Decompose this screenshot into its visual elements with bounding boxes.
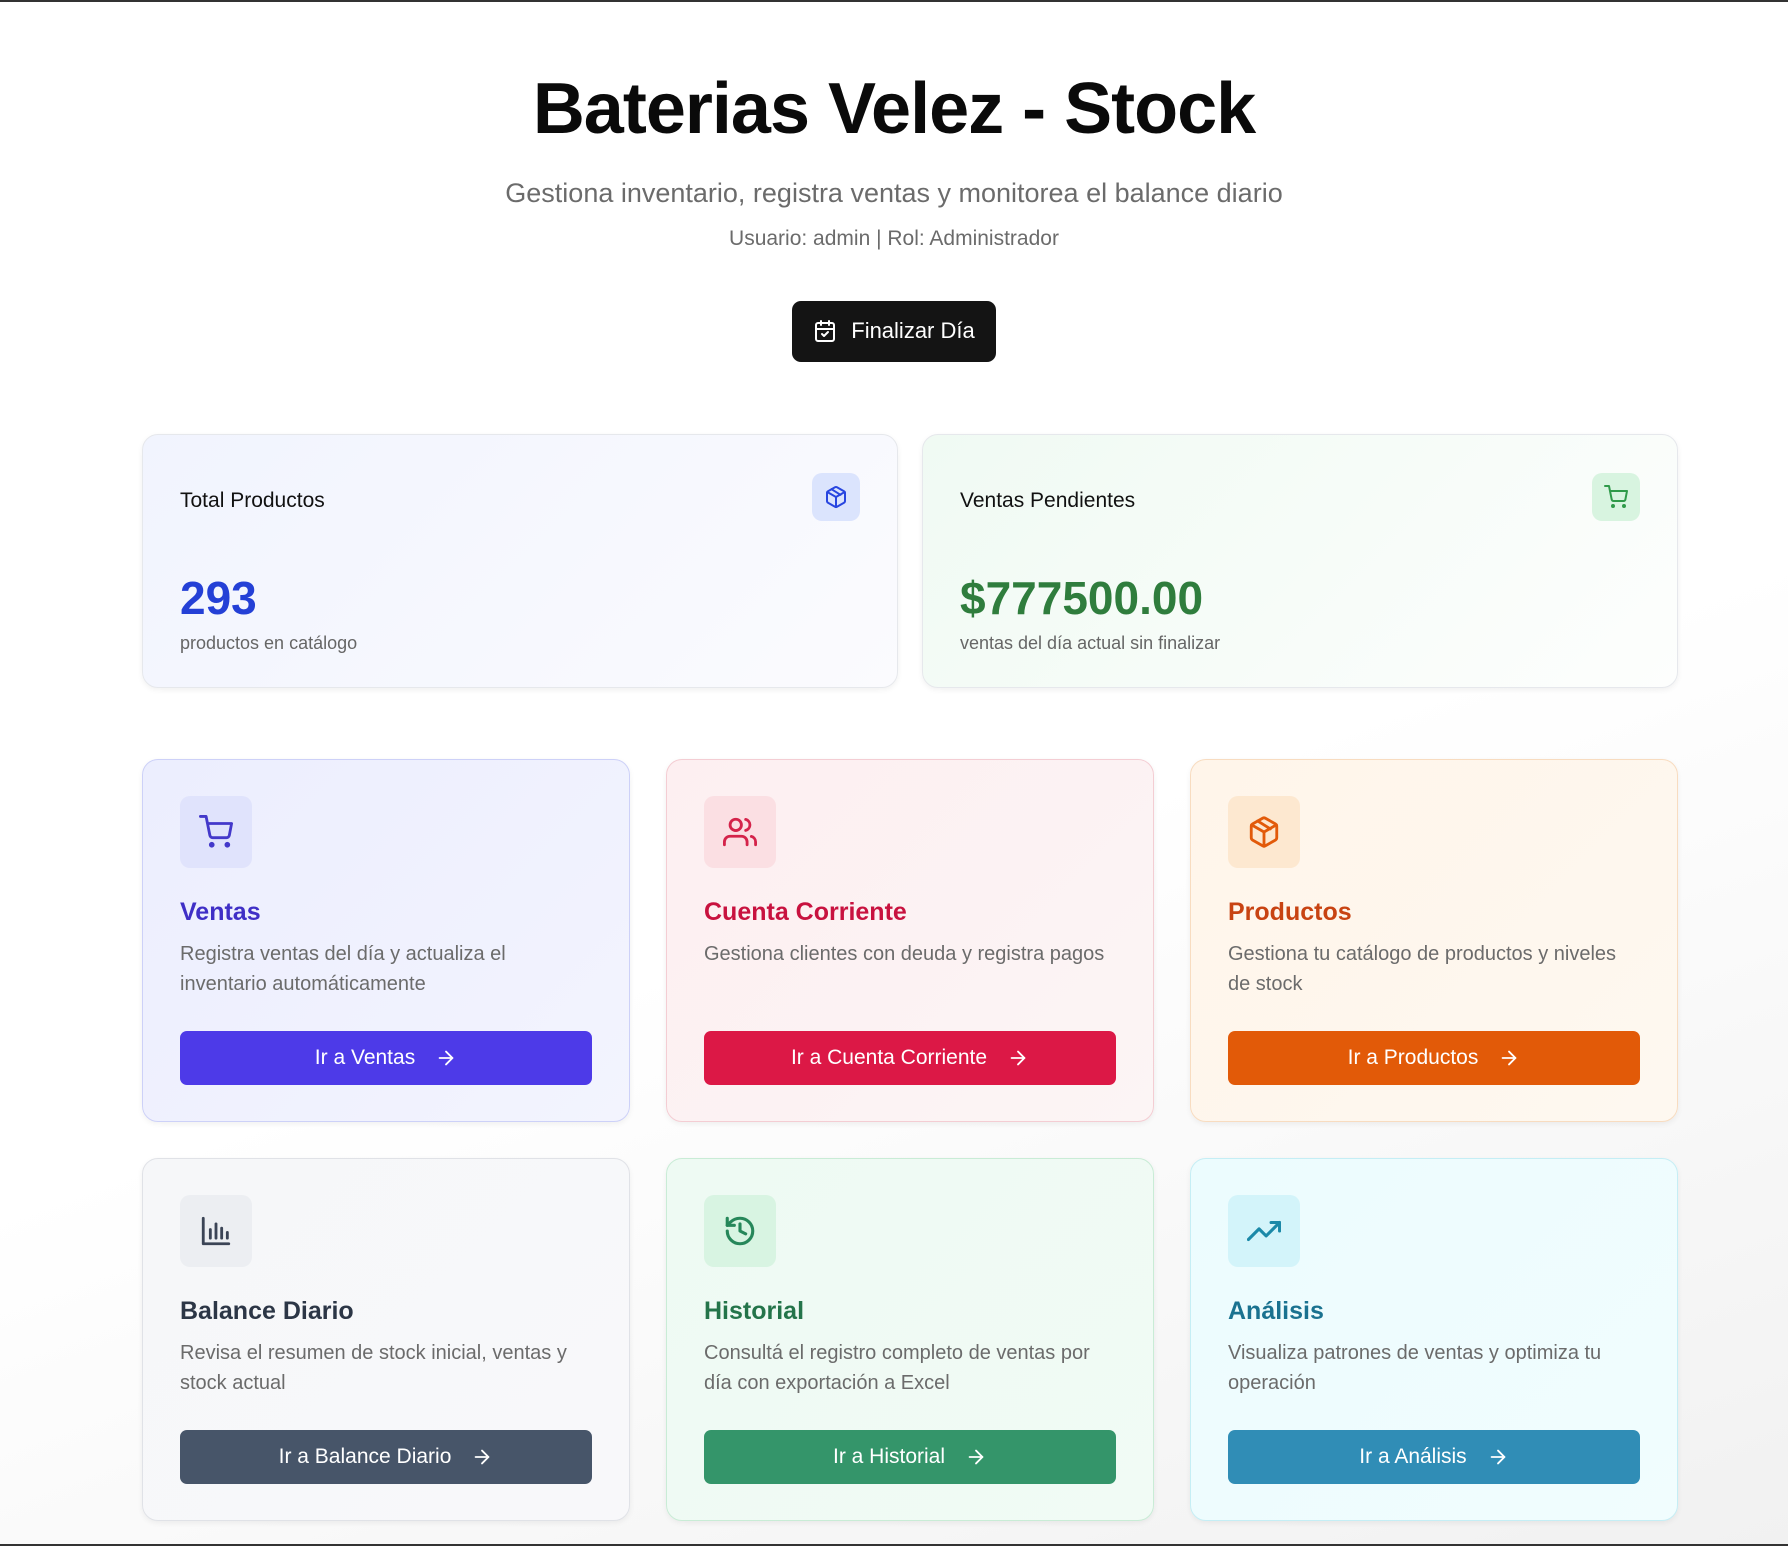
finalize-day-button[interactable]: Finalizar Día <box>792 300 996 362</box>
module-card-historial: Historial Consultá el registro completo … <box>666 1158 1154 1521</box>
arrow-right-icon <box>965 1446 987 1468</box>
stat-description: ventas del día actual sin finalizar <box>960 633 1221 653</box>
button-label: Ir a Productos <box>1347 1046 1479 1069</box>
shopping-cart-icon <box>180 796 252 868</box>
modules-grid: Ventas Registra ventas del día y actuali… <box>142 759 1678 1521</box>
stat-description: productos en catálogo <box>180 633 358 653</box>
button-label: Ir a Historial <box>832 1445 946 1468</box>
arrow-right-icon <box>1498 1047 1520 1069</box>
package-icon <box>812 473 860 521</box>
button-label: Ir a Análisis <box>1359 1445 1467 1468</box>
trending-up-icon <box>1228 1195 1300 1267</box>
module-description: Registra ventas del día y actualiza el i… <box>180 943 506 995</box>
stat-title: Ventas Pendientes <box>960 489 1136 512</box>
calendar-check-icon <box>813 319 837 343</box>
module-card-cuenta-corriente: Cuenta Corriente Gestiona clientes con d… <box>666 759 1154 1122</box>
package-icon <box>1228 796 1300 868</box>
module-title: Ventas <box>180 898 261 926</box>
arrow-right-icon <box>435 1047 457 1069</box>
go-to-balance-diario-button[interactable]: Ir a Balance Diario <box>180 1430 592 1484</box>
users-icon <box>704 796 776 868</box>
go-to-productos-button[interactable]: Ir a Productos <box>1228 1031 1640 1085</box>
module-description: Gestiona tu catálogo de productos y nive… <box>1228 943 1617 995</box>
bar-chart-icon <box>180 1195 252 1267</box>
button-label: Ir a Balance Diario <box>278 1445 452 1468</box>
page-header: Baterias Velez - Stock Gestiona inventar… <box>0 0 1788 362</box>
stat-card-pending-sales: Ventas Pendientes $777500.00 ventas del … <box>922 434 1678 688</box>
user-info: Usuario: admin | Rol: Administrador <box>729 226 1059 250</box>
arrow-right-icon <box>1487 1446 1509 1468</box>
module-card-ventas: Ventas Registra ventas del día y actuali… <box>142 759 630 1122</box>
module-title: Análisis <box>1228 1297 1324 1325</box>
stat-card-total-products: Total Productos 293 productos en catálog… <box>142 434 898 688</box>
module-description: Gestiona clientes con deuda y registra p… <box>704 943 1105 965</box>
stats-section: Total Productos 293 productos en catálog… <box>142 434 1678 688</box>
page-subtitle: Gestiona inventario, registra ventas y m… <box>505 177 1283 208</box>
module-description: Consultá el registro completo de ventas … <box>704 1342 1090 1394</box>
go-to-analisis-button[interactable]: Ir a Análisis <box>1228 1430 1640 1484</box>
shopping-cart-icon <box>1592 473 1640 521</box>
button-label: Ir a Ventas <box>314 1046 416 1069</box>
module-title: Productos <box>1228 898 1352 926</box>
stat-title: Total Productos <box>180 489 325 512</box>
go-to-historial-button[interactable]: Ir a Historial <box>704 1430 1116 1484</box>
stat-value: 293 <box>180 572 257 624</box>
arrow-right-icon <box>471 1446 493 1468</box>
module-title: Balance Diario <box>180 1297 354 1325</box>
module-card-analisis: Análisis Visualiza patrones de ventas y … <box>1190 1158 1678 1521</box>
button-label: Ir a Cuenta Corriente <box>790 1046 988 1069</box>
module-card-productos: Productos Gestiona tu catálogo de produc… <box>1190 759 1678 1122</box>
module-title: Historial <box>704 1297 805 1325</box>
go-to-cuenta-corriente-button[interactable]: Ir a Cuenta Corriente <box>704 1031 1116 1085</box>
module-title: Cuenta Corriente <box>704 898 907 926</box>
top-border <box>0 0 1788 2</box>
stat-value: $777500.00 <box>960 572 1204 624</box>
module-card-balance-diario: Balance Diario Revisa el resumen de stoc… <box>142 1158 630 1521</box>
arrow-right-icon <box>1007 1047 1029 1069</box>
module-description: Visualiza patrones de ventas y optimiza … <box>1228 1342 1602 1394</box>
page-title: Baterias Velez - Stock <box>532 69 1256 149</box>
module-description: Revisa el resumen de stock inicial, vent… <box>180 1342 567 1394</box>
history-icon <box>704 1195 776 1267</box>
go-to-ventas-button[interactable]: Ir a Ventas <box>180 1031 592 1085</box>
finalize-day-label: Finalizar Día <box>851 318 975 344</box>
